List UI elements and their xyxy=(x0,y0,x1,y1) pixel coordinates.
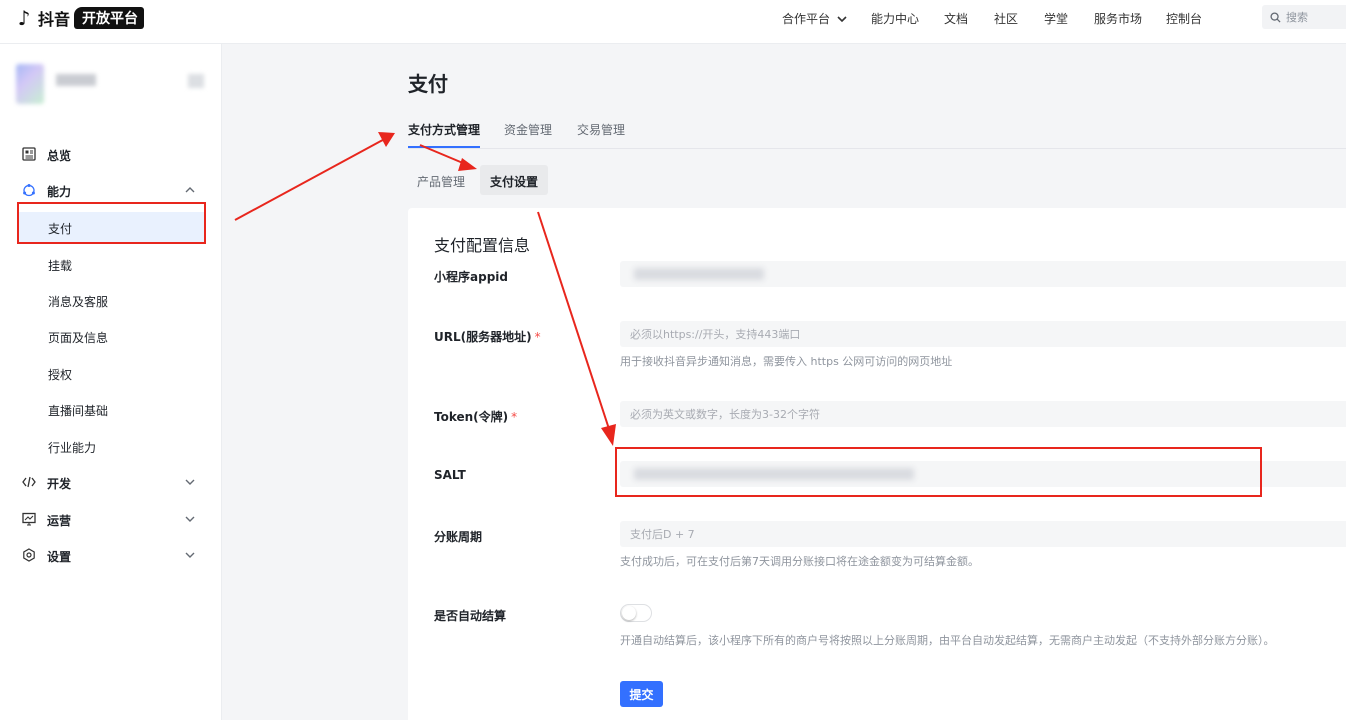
sidebar-item-overview[interactable]: 总览 xyxy=(0,142,222,166)
chart-board-icon xyxy=(22,512,36,526)
token-label: Token(令牌) * xyxy=(434,408,517,425)
url-input[interactable] xyxy=(620,321,1346,347)
url-input-field[interactable] xyxy=(620,321,1346,347)
card-title: 支付配置信息 xyxy=(434,236,531,255)
salt-label: SALT xyxy=(434,468,466,482)
sidebar-item-industry[interactable]: 行业能力 xyxy=(17,431,205,461)
nav-community[interactable]: 社区 xyxy=(994,10,1018,27)
sidebar-group-operate[interactable]: 运营 xyxy=(0,507,222,531)
sidebar-label: 页面及信息 xyxy=(48,331,109,345)
sidebar-group-settings[interactable]: 设置 xyxy=(0,543,222,567)
sidebar-label: 支付 xyxy=(48,222,73,236)
sidebar-label: 直播间基础 xyxy=(48,404,109,418)
sidebar-label: 能力 xyxy=(47,185,72,199)
token-label-text: Token(令牌) xyxy=(434,410,509,424)
required-mark: * xyxy=(534,330,541,344)
url-hint: 用于接收抖音异步通知消息，需要传入 https 公网可访问的网页地址 xyxy=(620,355,953,368)
appid-value-blurred xyxy=(634,268,764,280)
sidebar-label: 行业能力 xyxy=(48,441,97,455)
arrow-to-tab xyxy=(234,132,395,221)
main-nav: 合作平台 能力中心 文档 社区 学堂 服务市场 控制台 xyxy=(0,0,1346,34)
salt-value-blurred xyxy=(634,468,914,480)
tab-fund-management[interactable]: 资金管理 xyxy=(504,121,552,138)
settlement-period-label: 分账周期 xyxy=(434,530,483,544)
sidebar-label: 挂载 xyxy=(48,259,73,273)
top-navigation-bar: ♪ 抖音 开放平台 合作平台 能力中心 文档 社区 学堂 服务市场 控制台 搜索 xyxy=(0,0,1346,44)
settings-icon xyxy=(23,548,35,562)
sidebar-item-message-service[interactable]: 消息及客服 xyxy=(17,285,205,315)
url-label-text: URL(服务器地址) xyxy=(434,330,532,344)
sidebar-label: 设置 xyxy=(47,550,72,564)
sidebar-group-ability[interactable]: 能力 xyxy=(0,178,222,202)
sidebar-item-page-info[interactable]: 页面及信息 xyxy=(17,321,205,351)
nav-console[interactable]: 控制台 xyxy=(1166,10,1202,27)
nav-partner-platform[interactable]: 合作平台 xyxy=(782,10,847,27)
appid-field xyxy=(620,261,1346,287)
sidebar-item-authorization[interactable]: 授权 xyxy=(17,358,205,388)
token-input[interactable] xyxy=(620,401,1346,427)
chevron-down-icon xyxy=(185,479,195,485)
sidebar-label: 运营 xyxy=(47,514,72,528)
search-icon xyxy=(1270,11,1281,23)
sidebar-item-payment[interactable]: 支付 xyxy=(17,212,205,242)
app-switch-blurred xyxy=(188,74,204,88)
nav-academy[interactable]: 学堂 xyxy=(1044,10,1068,27)
nav-label: 合作平台 xyxy=(782,12,831,26)
chevron-down-icon xyxy=(185,516,195,522)
token-input-field[interactable] xyxy=(620,401,1346,427)
tabs-divider xyxy=(408,148,1346,149)
auto-settle-label: 是否自动结算 xyxy=(434,609,507,623)
search-input[interactable]: 搜索 xyxy=(1262,5,1346,29)
sidebar-label: 授权 xyxy=(48,368,73,382)
sidebar-group-develop[interactable]: 开发 xyxy=(0,470,222,494)
url-label: URL(服务器地址) * xyxy=(434,328,541,345)
app-name-blurred xyxy=(56,74,96,86)
chevron-down-icon xyxy=(837,16,847,23)
nav-service-market[interactable]: 服务市场 xyxy=(1094,10,1142,27)
page-title: 支付 xyxy=(408,72,448,96)
sidebar-item-mount[interactable]: 挂载 xyxy=(17,249,205,279)
salt-input[interactable] xyxy=(620,461,1346,487)
sidebar-label: 开发 xyxy=(47,477,72,491)
sidebar-item-live-basic[interactable]: 直播间基础 xyxy=(17,394,205,424)
required-mark: * xyxy=(511,410,518,424)
code-icon xyxy=(22,476,36,488)
settlement-period-input xyxy=(620,521,1346,547)
chevron-down-icon xyxy=(185,552,195,558)
payment-config-card: 支付配置信息 小程序appid URL(服务器地址)* 用于接收抖音异步通知消息… xyxy=(408,208,1346,720)
nav-docs[interactable]: 文档 xyxy=(944,10,968,27)
tab-transaction-management[interactable]: 交易管理 xyxy=(577,121,625,138)
chevron-up-icon xyxy=(185,187,195,193)
auto-settle-hint: 开通自动结算后，该小程序下所有的商户号将按照以上分账周期，由平台自动发起结算，无… xyxy=(620,634,1275,647)
dashboard-icon xyxy=(22,147,36,161)
app-avatar xyxy=(16,64,44,104)
submit-button[interactable]: 提交 xyxy=(620,681,663,707)
appid-label: 小程序appid xyxy=(434,270,508,284)
subtab-product-management[interactable]: 产品管理 xyxy=(407,165,475,195)
tab-payment-method[interactable]: 支付方式管理 xyxy=(408,121,480,138)
sidebar-label: 总览 xyxy=(47,149,72,163)
subtab-payment-settings[interactable]: 支付设置 xyxy=(480,165,549,195)
settlement-period-field xyxy=(620,521,1346,547)
sidebar-label: 消息及客服 xyxy=(48,295,109,309)
sidebar: 总览 能力 支付 挂载 消息及客服 页面及信息 授权 直播间基础 行业能力 开发… xyxy=(0,44,222,720)
search-placeholder: 搜索 xyxy=(1286,11,1308,24)
auto-settle-toggle[interactable] xyxy=(620,604,652,622)
ability-icon xyxy=(23,184,35,197)
nav-capability-center[interactable]: 能力中心 xyxy=(871,10,919,27)
settlement-period-hint: 支付成功后，可在支付后第7天调用分账接口将在途金额变为可结算金额。 xyxy=(620,555,979,568)
